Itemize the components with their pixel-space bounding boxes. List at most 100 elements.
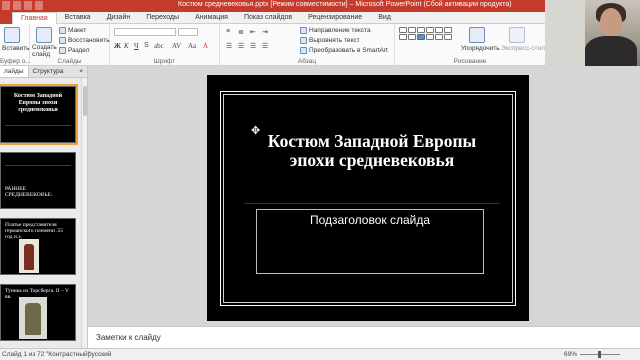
align-text-button[interactable]: Выровнять текст	[300, 37, 360, 44]
italic-icon[interactable]: К	[124, 42, 129, 50]
shadow-icon[interactable]: S	[144, 42, 149, 49]
thumbnail-card[interactable]: Туника из Торсберга. II – V вв.	[0, 284, 76, 341]
reset-icon	[59, 37, 66, 44]
title-divider	[244, 203, 500, 204]
spacing-icon[interactable]: AV	[172, 42, 181, 50]
thumbnail-image	[19, 297, 47, 339]
current-slide[interactable]: Костюм Западной Европы эпохи средневеков…	[207, 75, 529, 321]
section-label: Раздел	[68, 47, 90, 54]
paste-button[interactable]: Вставить	[2, 45, 30, 52]
webcam-video	[545, 0, 640, 66]
new-slide-button[interactable]: Создать слайд	[32, 44, 60, 58]
reset-label: Восстановить	[68, 37, 110, 44]
thumbnail-card[interactable]: РАННЕЕ СРЕДНЕВЕКОВЬЕ:	[0, 152, 76, 209]
tab-design[interactable]: Дизайн	[99, 12, 139, 24]
thumbnail-caption: РАННЕЕ СРЕДНЕВЕКОВЬЕ:	[5, 186, 53, 198]
quick-access-toolbar	[2, 1, 43, 10]
bold-icon[interactable]: Ж	[114, 42, 121, 50]
strikethrough-icon[interactable]: abc	[154, 42, 164, 50]
tab-home[interactable]: Главная	[12, 12, 57, 24]
language[interactable]: русский	[88, 351, 111, 358]
tab-animations[interactable]: Анимация	[187, 12, 236, 24]
bullets-icon[interactable]: ≡	[226, 28, 230, 35]
title-bar: Костюм средневековья.pptx [Режим совмест…	[0, 0, 545, 12]
text-direction-button[interactable]: Направление текста	[300, 27, 371, 34]
redo-icon[interactable]	[35, 1, 43, 10]
align-right-icon[interactable]: ☰	[250, 42, 256, 50]
section-icon	[59, 47, 66, 54]
slides-pane-tabs: лайды Структура ×	[0, 66, 87, 78]
tab-insert[interactable]: Вставка	[57, 12, 99, 24]
thumbnail-title: Костюм Западной Европы эпохи средневеков…	[13, 93, 63, 113]
slides-pane-scrollbar[interactable]	[81, 78, 87, 348]
align-left-icon[interactable]: ☰	[226, 42, 232, 50]
numbering-icon[interactable]: ≣	[238, 28, 244, 36]
slides-pane: лайды Структура × Костюм Западной Европы…	[0, 66, 88, 348]
section-button[interactable]: Раздел	[59, 47, 89, 54]
font-color-icon[interactable]: A	[203, 42, 208, 50]
undo-icon[interactable]	[24, 1, 32, 10]
thumbnail-card[interactable]: Платье представителя германского племени…	[0, 218, 76, 275]
shape-more-icon[interactable]	[444, 27, 452, 33]
shape-rounded-icon[interactable]	[435, 27, 443, 33]
quick-styles-button[interactable]: Экспресс-стили	[501, 45, 549, 52]
shape-callout-icon[interactable]	[408, 34, 416, 40]
shape-block-arrow-icon[interactable]	[417, 34, 425, 40]
theme-name: "Контрастный"	[46, 351, 90, 358]
align-center-icon[interactable]: ☰	[238, 42, 244, 50]
shape-rect-icon[interactable]	[399, 27, 407, 33]
clipboard-group-label: Буфер о...	[0, 58, 31, 65]
font-size-select[interactable]	[178, 28, 198, 36]
subtitle-placeholder[interactable]: Подзаголовок слайда	[256, 209, 484, 274]
thumbnail-caption: Платье представителя германского племени…	[5, 222, 64, 240]
tab-file[interactable]	[0, 12, 12, 24]
ribbon: Вставить Буфер о... Создать слайд Макет …	[0, 24, 549, 66]
font-group-label: Шрифт	[153, 58, 176, 65]
quick-styles-icon[interactable]	[509, 27, 525, 43]
shape-triangle-icon[interactable]	[399, 34, 407, 40]
arrange-button[interactable]: Упорядочить	[461, 45, 500, 52]
shape-brace-icon[interactable]	[435, 34, 443, 40]
font-family-select[interactable]	[114, 28, 176, 36]
font-group: Ж К Ч S abc AV Aa A Шрифт	[110, 24, 220, 66]
new-slide-icon[interactable]	[36, 27, 52, 43]
smartart-icon	[300, 47, 307, 54]
align-text-label: Выровнять текст	[309, 37, 360, 44]
shape-star-icon[interactable]	[426, 34, 434, 40]
justify-icon[interactable]: ☰	[262, 42, 268, 50]
save-icon[interactable]	[13, 1, 21, 10]
thumbnail-card[interactable]: Костюм Западной Европы эпохи средневеков…	[0, 84, 78, 145]
ribbon-tabs: Главная Вставка Дизайн Переходы Анимация…	[0, 12, 545, 24]
shape-arrow-icon[interactable]	[417, 27, 425, 33]
close-icon[interactable]: ×	[75, 66, 87, 77]
paste-icon[interactable]	[4, 27, 20, 43]
decrease-indent-icon[interactable]: ⇤	[250, 28, 256, 36]
shapes-gallery[interactable]	[399, 27, 452, 40]
arrange-icon[interactable]	[469, 27, 485, 43]
tab-slideshow[interactable]: Показ слайдов	[236, 12, 300, 24]
notes-placeholder: Заметки к слайду	[96, 333, 161, 342]
shape-oval-icon[interactable]	[426, 27, 434, 33]
layout-label: Макет	[68, 27, 87, 34]
shape-flow-icon[interactable]	[444, 34, 452, 40]
scrollbar-thumb[interactable]	[83, 86, 87, 116]
app-icon[interactable]	[2, 1, 10, 10]
increase-indent-icon[interactable]: ⇥	[262, 28, 268, 36]
underline-icon[interactable]: Ч	[134, 42, 139, 50]
smartart-button[interactable]: Преобразовать в SmartArt	[300, 47, 388, 54]
change-case-icon[interactable]: Aa	[188, 42, 196, 50]
tab-review[interactable]: Рецензирование	[300, 12, 370, 24]
tab-view[interactable]: Вид	[370, 12, 399, 24]
zoom-level[interactable]: 69%	[564, 351, 577, 358]
shape-line-icon[interactable]	[408, 27, 416, 33]
zoom-slider-thumb[interactable]	[598, 351, 601, 358]
window-title: Костюм средневековья.pptx [Режим совмест…	[178, 1, 512, 8]
tab-transitions[interactable]: Переходы	[138, 12, 187, 24]
status-bar: Слайд 1 из 72 "Контрастный" русский 69%	[0, 348, 640, 360]
notes-pane[interactable]: Заметки к слайду	[88, 326, 640, 348]
reset-button[interactable]: Восстановить	[59, 37, 110, 44]
layout-button[interactable]: Макет	[59, 27, 86, 34]
tab-outline[interactable]: Структура	[29, 66, 68, 77]
tab-slides[interactable]: лайды	[0, 66, 29, 77]
slide-title[interactable]: Костюм Западной Европы эпохи средневеков…	[247, 132, 497, 170]
